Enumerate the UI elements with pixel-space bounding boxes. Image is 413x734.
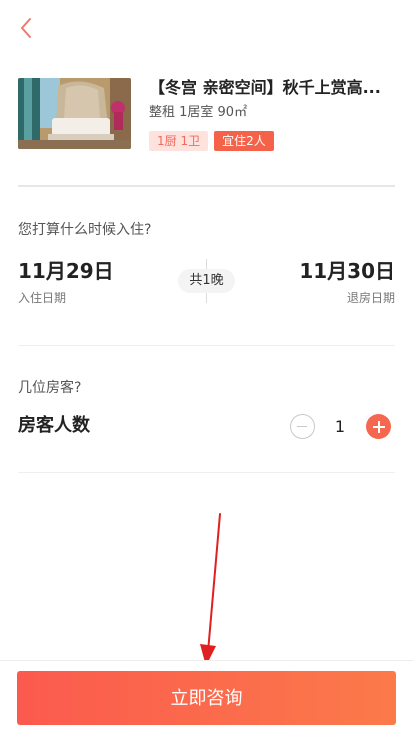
guest-count-stepper: 1: [290, 414, 392, 440]
guests-question: 几位房客?: [18, 380, 82, 396]
tag-kitchen-bath: 1厨 1卫: [149, 131, 209, 151]
divider: [18, 185, 395, 187]
checkin-date: 11月29日: [18, 259, 114, 283]
checkout-date-picker[interactable]: 11月30日 退房日期: [299, 258, 395, 306]
guest-count-label: 房客人数: [18, 415, 90, 436]
listing-tags: 1厨 1卫 宜住2人: [149, 131, 274, 151]
annotation-arrow-icon: [200, 513, 221, 666]
increment-button[interactable]: [366, 414, 391, 439]
listing-photo: [18, 78, 131, 149]
back-button[interactable]: [14, 14, 42, 42]
header-bar: [0, 0, 413, 56]
chevron-left-icon: [21, 18, 31, 38]
nights-badge: 共1晚: [178, 269, 235, 293]
footer-bar: 立即咨询: [0, 660, 413, 734]
tag-capacity: 宜住2人: [214, 131, 274, 151]
divider: [18, 345, 395, 346]
guest-count-value: 1: [334, 417, 346, 436]
checkin-date-picker[interactable]: 11月29日 入住日期: [18, 258, 114, 306]
stay-question: 您打算什么时候入住?: [18, 222, 152, 238]
listing-title: 【冬宫 亲密空间】秋千上赏高...: [149, 78, 381, 97]
decrement-button[interactable]: [290, 414, 315, 439]
checkout-label: 退房日期: [346, 291, 395, 305]
consult-now-button[interactable]: 立即咨询: [17, 671, 396, 725]
listing-card[interactable]: 【冬宫 亲密空间】秋千上赏高... 整租 1居室 90㎡ 1厨 1卫 宜住2人: [18, 78, 395, 151]
listing-subtitle: 整租 1居室 90㎡: [149, 105, 248, 120]
checkin-label: 入住日期: [18, 291, 67, 305]
checkout-date: 11月30日: [299, 259, 395, 283]
divider: [18, 472, 395, 473]
